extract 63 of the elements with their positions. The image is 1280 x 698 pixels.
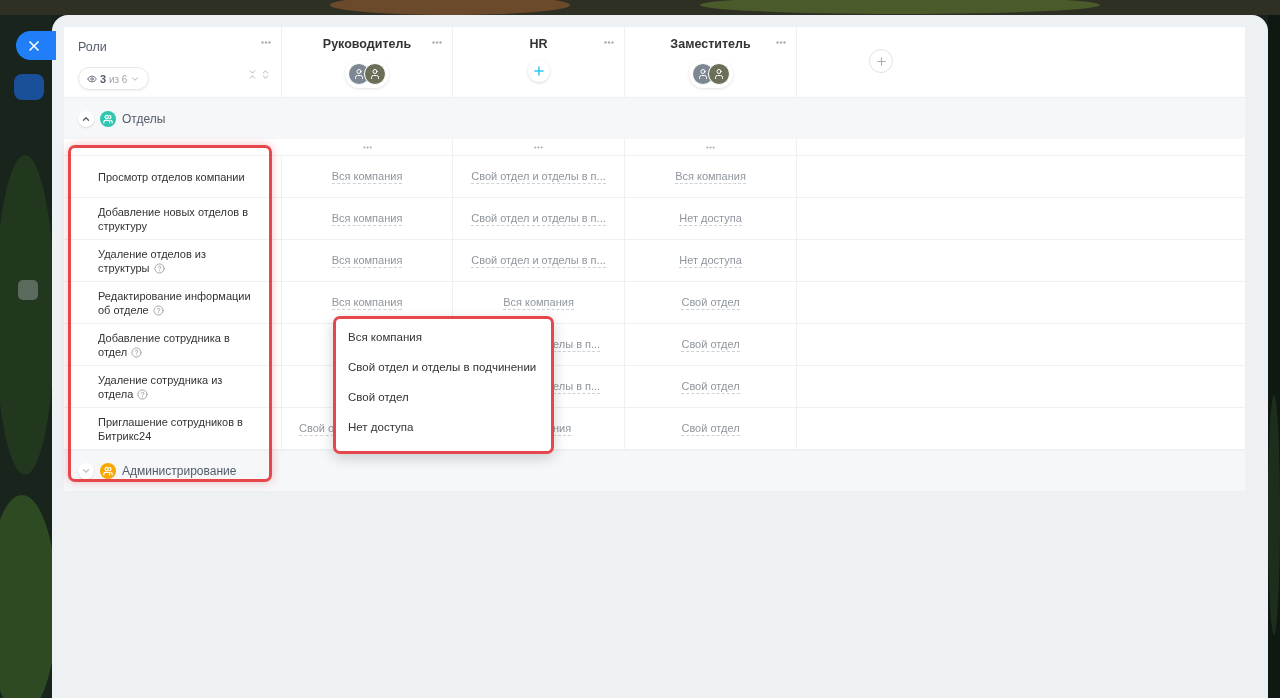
help-icon[interactable]: [131, 346, 143, 358]
section-toggle[interactable]: [78, 110, 94, 127]
permission-label: Приглашение сотрудников в Битрикс24: [98, 414, 244, 443]
member-avatars[interactable]: [345, 60, 389, 88]
access-value[interactable]: Вся компания: [331, 295, 403, 310]
more-icon[interactable]: [261, 41, 271, 44]
dropdown-option[interactable]: Вся компания: [336, 322, 551, 352]
section-title: Отделы: [122, 111, 166, 126]
more-icon[interactable]: [604, 41, 614, 44]
role-name: Руководитель: [322, 37, 412, 51]
more-icon[interactable]: [776, 41, 786, 44]
add-role-button[interactable]: [869, 49, 893, 73]
section-header[interactable]: Администрирование: [64, 450, 1245, 491]
access-value[interactable]: Свой отдел: [681, 295, 740, 310]
access-value[interactable]: Нет доступа: [679, 211, 742, 226]
member-avatars[interactable]: [688, 60, 733, 88]
access-value[interactable]: Нет доступа: [679, 253, 742, 268]
help-icon[interactable]: [153, 262, 165, 274]
plus-icon: [874, 54, 888, 68]
access-value[interactable]: Вся компания: [331, 253, 403, 268]
section-title: Администрирование: [122, 464, 237, 478]
dropdown-option[interactable]: Свой отдел: [336, 382, 551, 412]
permission-label: Редактирование информации об отделе: [98, 288, 252, 317]
dropdown-option[interactable]: Нет доступа: [336, 412, 551, 442]
section-header[interactable]: Отделы: [64, 97, 1245, 139]
permission-label: Удаление сотрудника из отдела: [98, 372, 224, 401]
permission-label: Добавление сотрудника в отдел: [98, 330, 231, 359]
more-icon[interactable]: [432, 41, 442, 44]
dropdown-option[interactable]: Свой отдел и отделы в подчинении: [336, 352, 551, 382]
access-value[interactable]: Свой отдел и отделы в п...: [471, 253, 606, 268]
section-toggle[interactable]: [78, 463, 94, 479]
help-icon[interactable]: [137, 388, 149, 400]
role-name: Заместитель: [670, 37, 751, 51]
visible-roles-button[interactable]: 3 из 6: [78, 67, 150, 90]
eye-icon: [87, 73, 97, 84]
roles-title: Роли: [78, 40, 107, 54]
help-icon[interactable]: [152, 304, 164, 316]
chevron-down-icon: [81, 466, 91, 476]
access-value[interactable]: Вся компания: [675, 169, 746, 184]
user-icon: [353, 68, 365, 80]
user-icon: [696, 68, 709, 80]
user-icon: [369, 68, 381, 80]
access-value[interactable]: Вся компания: [503, 295, 574, 310]
more-icon[interactable]: [534, 145, 543, 149]
access-value[interactable]: Свой отдел: [681, 421, 740, 436]
plus-icon: [531, 64, 546, 78]
access-value[interactable]: Свой отдел: [681, 337, 740, 352]
access-value[interactable]: Свой отдел и отделы в п...: [471, 211, 606, 226]
add-member-button[interactable]: [527, 60, 550, 82]
access-value[interactable]: Вся компания: [331, 211, 403, 226]
role-name: HR: [529, 37, 548, 51]
more-icon[interactable]: [362, 145, 372, 149]
permission-label: Удаление отделов из структуры: [98, 246, 208, 275]
expand-all-icon[interactable]: [260, 69, 271, 80]
collapse-all-icon[interactable]: [247, 69, 258, 80]
permission-label: Просмотр отделов компании: [98, 169, 245, 184]
more-icon[interactable]: [706, 145, 715, 149]
access-value[interactable]: Свой отдел: [681, 379, 740, 394]
close-button[interactable]: [16, 31, 56, 60]
permission-label: Добавление новых отделов в структуру: [98, 204, 249, 233]
access-value[interactable]: Вся компания: [331, 169, 403, 184]
user-icon: [712, 68, 725, 80]
access-value[interactable]: Свой отдел и отделы в п...: [471, 169, 606, 184]
